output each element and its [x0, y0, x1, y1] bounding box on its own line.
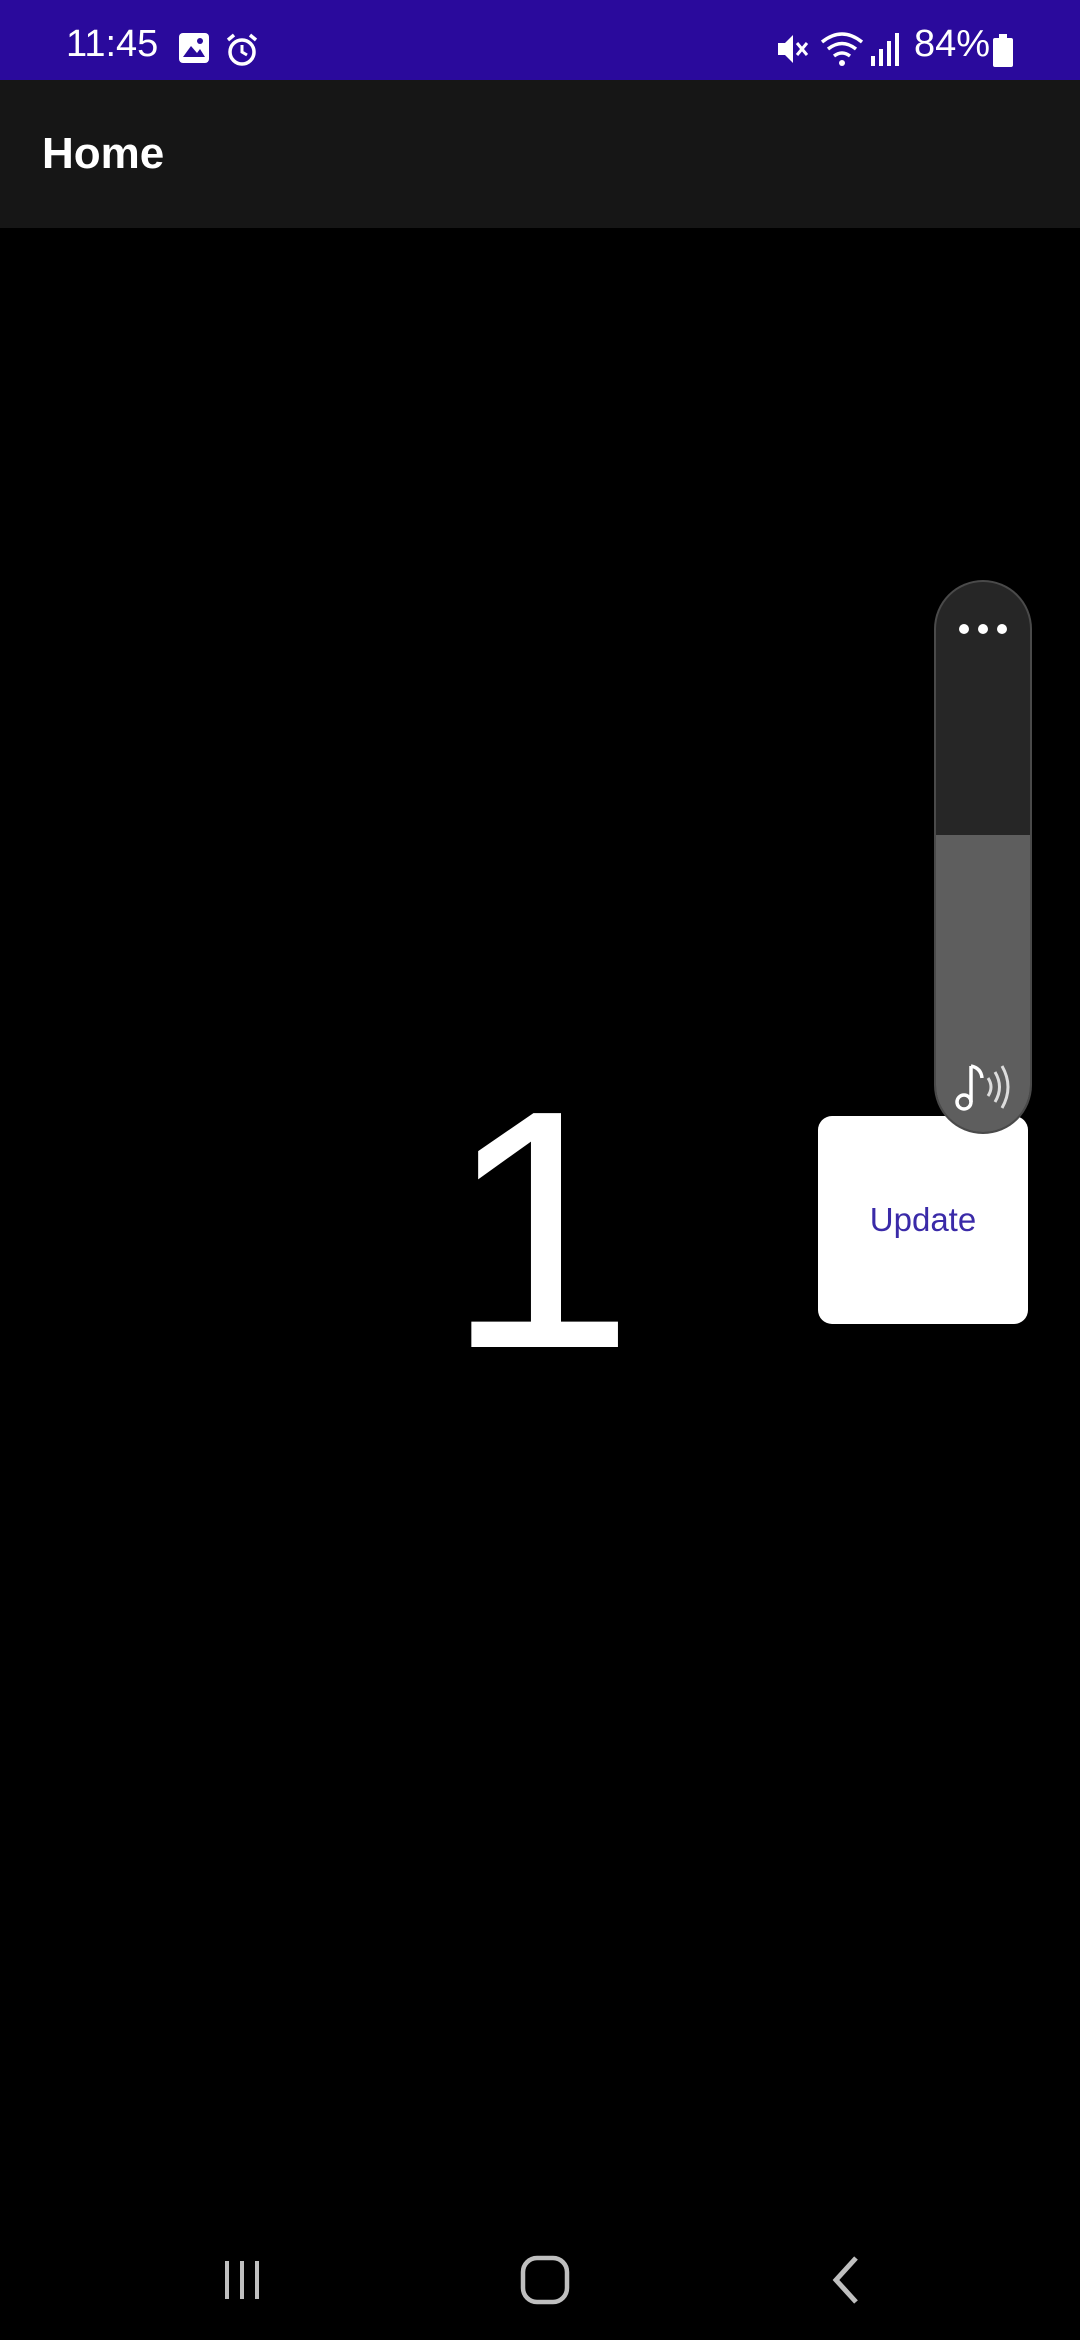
navigation-bar: [0, 2220, 1080, 2340]
page-title: Home: [42, 129, 165, 178]
wifi-icon: [820, 30, 864, 72]
home-icon[interactable]: [505, 2242, 585, 2318]
recent-apps-icon[interactable]: [202, 2242, 282, 2318]
volume-slider[interactable]: [936, 582, 1030, 1132]
image-icon: [178, 32, 210, 68]
update-button[interactable]: Update: [818, 1116, 1028, 1324]
screen: 11:45 84% Home 1 Update: [0, 0, 1080, 2340]
battery-percent: 84%: [914, 23, 991, 65]
status-time: 11:45: [66, 23, 159, 65]
more-options-icon[interactable]: [936, 614, 1030, 644]
app-bar: Home: [0, 80, 1080, 228]
media-volume-icon[interactable]: [954, 1060, 1014, 1114]
signal-icon: [868, 30, 904, 72]
counter-value: 1: [445, 1040, 635, 1420]
alarm-icon: [224, 32, 260, 72]
status-bar: 11:45 84%: [0, 0, 1080, 80]
back-icon[interactable]: [806, 2242, 886, 2318]
mute-icon: [774, 30, 812, 72]
battery-icon: [992, 34, 1014, 72]
update-button-label: Update: [869, 1201, 977, 1238]
